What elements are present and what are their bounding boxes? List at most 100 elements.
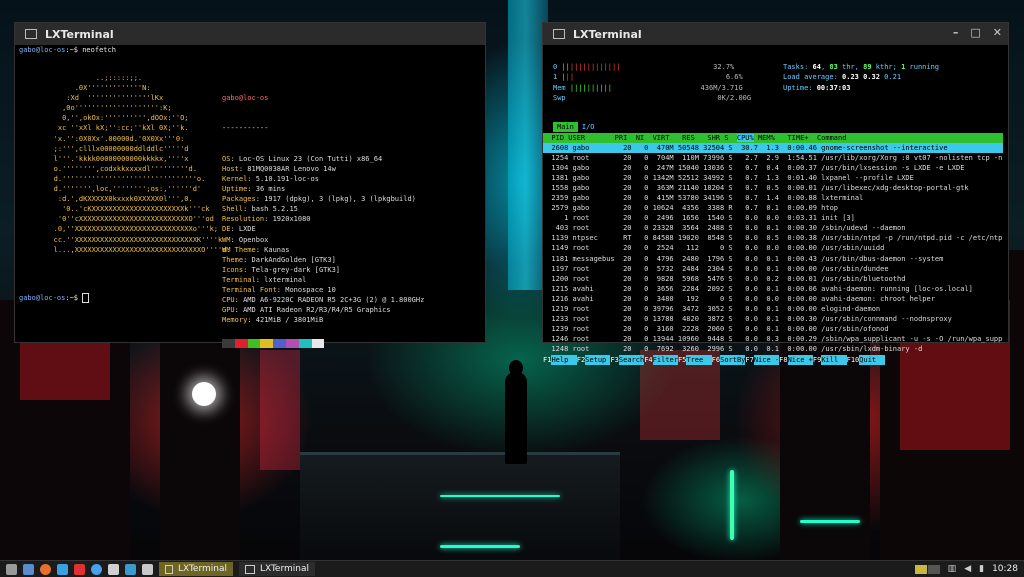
firefox-icon[interactable] [40,563,51,575]
info-value: 5.10.191-loc-os [255,174,319,183]
info-value: 81MQ0038AR Lenovo 14w [247,164,336,173]
fkey-f2[interactable]: F2 [577,355,585,365]
info-row: CPU: AMD A6-9220C RADEON R5 2C+3G (2) @ … [222,296,425,305]
workspace-switcher[interactable] [914,564,940,574]
fkey-f3[interactable]: F3 [610,355,618,365]
process-row[interactable]: 1139 ntpsec RT 0 84588 19020 8548 S 0.0 … [543,233,1003,243]
maximize-button[interactable]: □ [970,26,980,39]
info-row: Terminal Font: Monospace 10 [222,285,336,294]
process-row[interactable]: 1233 root 20 0 13788 4820 3872 S 0.0 0.1… [543,314,1003,324]
info-value: lxterminal [264,275,307,284]
fkey-f10[interactable]: F10 [847,355,860,365]
sort-column-cpu[interactable]: CPU% [736,134,754,142]
info-key: GPU [222,306,235,315]
process-row[interactable]: 403 root 20 0 23328 3564 2488 S 0.0 0.1 … [543,223,1003,233]
tab-io[interactable]: I/O [578,122,599,132]
steam-icon[interactable] [108,563,119,575]
info-key: Theme [222,255,244,264]
fkey-f5[interactable]: F5 [678,355,686,365]
htop-tabs: Main I/O [553,122,599,132]
taskbar-task-lxterminal-1[interactable]: LXTerminal [159,562,233,576]
file-manager-icon[interactable] [23,563,34,575]
fkey-f9[interactable]: F9 [813,355,821,365]
fkey-f8[interactable]: F8 [779,355,787,365]
process-row[interactable]: 1381 gabo 20 0 1342M 52512 34992 S 0.7 1… [543,173,1003,183]
fkey-label[interactable]: Nice - [753,355,780,365]
info-value: LXDE [238,225,256,234]
process-row[interactable]: 1200 root 20 0 9828 5968 5476 S 0.0 0.2 … [543,274,1003,284]
terminal-icon[interactable] [125,563,136,575]
info-value: 36 mins [255,185,286,194]
function-key-bar: F1 Help F2 Setup F3 Search F4 Filter F5 Tree F6… [543,355,1003,365]
tab-main[interactable]: Main [553,122,578,132]
process-row[interactable]: 1558 gabo 20 0 363M 21140 18204 S 0.7 0.… [543,183,1003,193]
info-value: AMD ATI Radeon R2/R3/R4/R5 Graphics [243,306,391,315]
process-table-header[interactable]: PID USER PRI NI VIRT RES SHR S CPU% MEM%… [543,133,1003,143]
palette-swatch [311,339,325,349]
info-row: Memory: 421MiB / 3801MiB [222,316,324,325]
titlebar[interactable]: LXTerminal [15,23,485,45]
volume-icon[interactable]: ◀ [964,564,971,574]
info-key: Kernel [222,174,248,183]
process-row[interactable]: 1254 root 20 0 704M 110M 73996 S 2.7 2.9… [543,153,1003,163]
terminal-window-neofetch[interactable]: LXTerminal gabo@loc-os:~$ neofetch ..;::… [14,22,486,349]
process-row[interactable]: 1219 root 20 0 39796 3472 3052 S 0.0 0.1… [543,304,1003,314]
process-row[interactable]: 1215 avahi 20 0 3656 2284 2092 S 0.0 0.1… [543,284,1003,294]
menu-icon[interactable] [6,563,17,575]
info-value: Openbox [238,235,269,244]
info-key: Memory [222,316,248,325]
info-key: Uptime [222,185,248,194]
info-key: OS [222,154,231,163]
prompt-line-2[interactable]: gabo@loc-os:~$ [15,291,93,306]
fkey-f7[interactable]: F7 [745,355,753,365]
settings-icon[interactable] [142,563,153,575]
fkey-label[interactable]: Tree [686,355,712,365]
process-row[interactable]: 1248 root 20 0 7692 3260 2996 S 0.0 0.1 … [543,344,1003,354]
process-row[interactable]: 1149 root 20 0 2524 112 0 S 0.0 0.0 0:00… [543,243,1003,253]
taskbar: LXTerminal LXTerminal ▥ ◀ ▮ 10:28 [0,560,1024,577]
taskbar-task-lxterminal-2[interactable]: LXTerminal [239,562,315,576]
battery-icon[interactable]: ▮ [979,564,984,574]
info-key: WM [222,235,231,244]
terminal-window-htop[interactable]: LXTerminal – □ ✕ 0[|||||||||||||| 32.7%]… [542,22,1009,365]
fkey-label[interactable]: Setup [585,355,611,365]
process-list[interactable]: 2608 gabo 20 0 470M 50548 32504 S 30.7 1… [543,143,1003,354]
fkey-f6[interactable]: F6 [712,355,720,365]
youtube-icon[interactable] [91,563,102,575]
process-row[interactable]: 1246 root 20 0 13944 10960 9448 S 0.0 0.… [543,334,1003,344]
fkey-f4[interactable]: F4 [644,355,652,365]
titlebar[interactable]: LXTerminal – □ ✕ [543,23,1008,45]
process-row[interactable]: 1 root 20 0 2496 1656 1540 S 0.0 0.0 0:0… [543,213,1003,223]
info-row: Host: 81MQ0038AR Lenovo 14w [222,164,336,173]
info-row: OS: Loc-OS Linux 23 (Con Tutti) x86_64 [222,154,383,163]
fkey-label[interactable]: Nice + [787,355,813,365]
process-row[interactable]: 2359 gabo 20 0 415M 53780 34196 S 0.7 1.… [543,193,1003,203]
fkey-f1[interactable]: F1 [543,355,551,365]
minimize-button[interactable]: – [953,26,959,39]
process-row[interactable]: 1197 root 20 0 5732 2484 2304 S 0.0 0.1 … [543,264,1003,274]
network-icon[interactable]: ▥ [948,564,957,574]
info-row: Uptime: 36 mins [222,185,286,194]
messenger-icon[interactable] [74,563,85,575]
process-row[interactable]: 1181 messagebus 20 0 4796 2480 1796 S 0.… [543,254,1003,264]
fkey-label[interactable]: Help [551,355,577,365]
terminal-icon [165,564,173,574]
info-key: Shell [222,205,244,214]
process-row[interactable]: 1304 gabo 20 0 247M 15040 13036 S 0.7 0.… [543,163,1003,173]
palette-swatch [298,339,312,349]
fkey-label[interactable]: Quit [859,355,885,365]
fkey-label[interactable]: Kill [821,355,847,365]
clock[interactable]: 10:28 [992,564,1018,574]
fkey-label[interactable]: Filter [652,355,678,365]
close-button[interactable]: ✕ [993,26,1002,39]
cursor [82,293,90,303]
process-row[interactable]: 2608 gabo 20 0 470M 50548 32504 S 30.7 1… [543,143,1003,154]
fkey-label[interactable]: Search [618,355,645,365]
cpu-mem-meters: 0[|||||||||||||| 32.7%] 1[||| 6.6%] Mem[||… [553,62,756,103]
process-row[interactable]: 1216 avahi 20 0 3480 192 0 S 0.0 0.0 0:0… [543,294,1003,304]
process-row[interactable]: 2579 gabo 20 0 10624 4356 3388 R 0.7 0.1… [543,203,1003,213]
process-row[interactable]: 1239 root 20 0 3160 2228 2060 S 0.0 0.1 … [543,324,1003,334]
palette-swatch [234,339,248,349]
fkey-label[interactable]: SortBy [720,355,746,365]
chat-icon[interactable] [57,563,68,575]
